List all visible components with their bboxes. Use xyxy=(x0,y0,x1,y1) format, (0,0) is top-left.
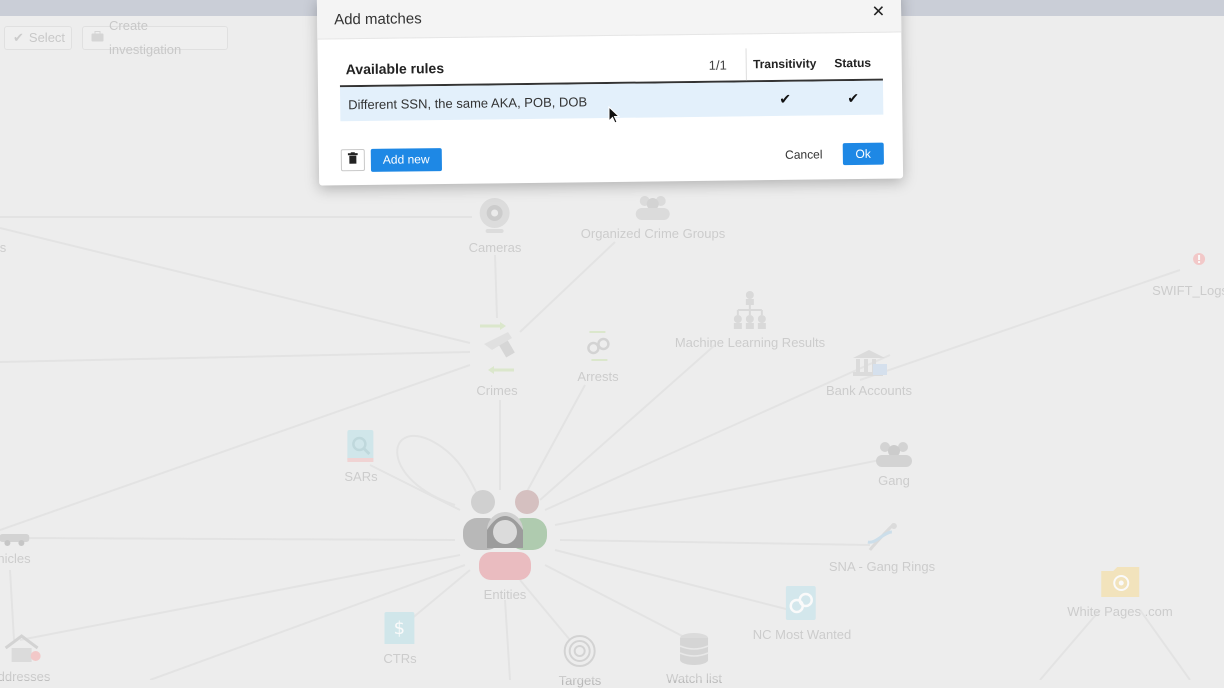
header-available-rules: Available rules xyxy=(345,60,445,78)
cancel-button[interactable]: Cancel xyxy=(785,147,823,161)
trash-icon xyxy=(347,151,358,169)
transitivity-check-icon[interactable]: ✔ xyxy=(747,90,823,108)
close-icon[interactable]: ✕ xyxy=(872,2,886,22)
add-matches-dialog: Add matches ✕ Available rules 1/1 Transi… xyxy=(316,0,904,186)
footer-spacer xyxy=(442,155,786,159)
delete-button[interactable] xyxy=(340,149,365,172)
add-new-button[interactable]: Add new xyxy=(370,147,442,172)
header-transitivity: Transitivity xyxy=(745,47,823,81)
dialog-title: Add matches xyxy=(334,10,422,29)
mouse-cursor-icon xyxy=(608,105,621,129)
rules-count: 1/1 xyxy=(708,57,727,73)
dialog-footer: Add new Cancel Ok xyxy=(340,141,884,174)
status-check-icon[interactable]: ✔ xyxy=(823,89,883,107)
rule-name: Different SSN, the same AKA, POB, DOB xyxy=(348,93,588,112)
dialog-header: Add matches ✕ xyxy=(316,0,902,40)
header-status: Status xyxy=(834,55,872,71)
ok-button[interactable]: Ok xyxy=(842,142,884,166)
